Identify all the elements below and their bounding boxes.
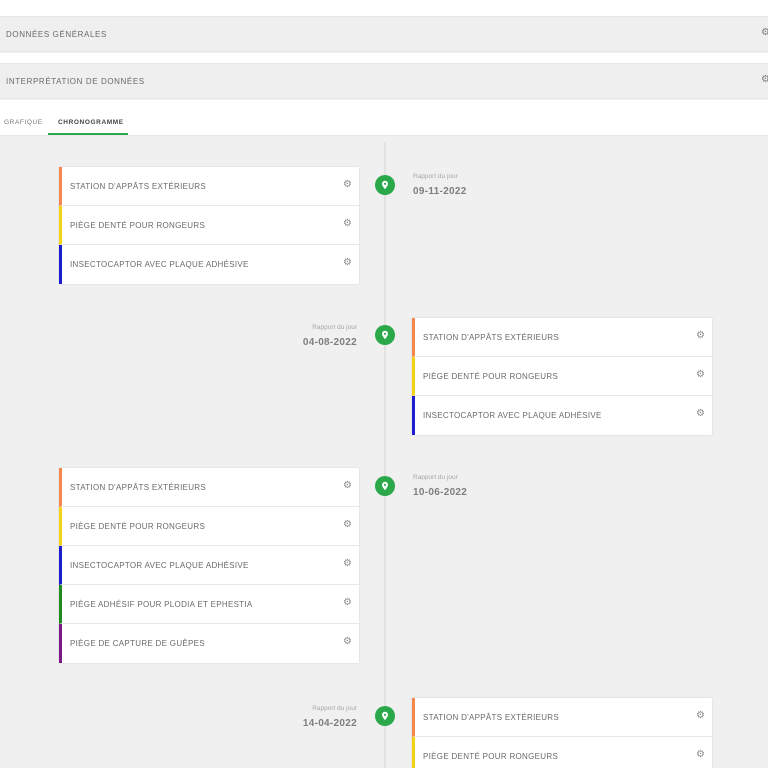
gear-icon[interactable]: ⚙ bbox=[343, 520, 352, 530]
report-date-block: Rapport du jour 14-04-2022 bbox=[237, 705, 357, 729]
report-date-block: Rapport du jour 04-08-2022 bbox=[237, 324, 357, 348]
list-item[interactable]: PIÈGE ADHÉSIF POUR PLODIA ET EPHESTIA ⚙ bbox=[59, 585, 359, 624]
trap-type-label: INSECTOCAPTOR AVEC PLAQUE ADHÉSIVE bbox=[70, 561, 249, 570]
tab-graphique[interactable]: GRAFIQUE bbox=[4, 119, 43, 126]
gear-icon[interactable]: ⚙ bbox=[343, 598, 352, 608]
trap-type-label: PIÈGE DENTÉ POUR RONGEURS bbox=[70, 522, 206, 531]
list-item[interactable]: STATION D'APPÂTS EXTÉRIEURS ⚙ bbox=[59, 468, 359, 507]
trap-type-label: PIÈGE DENTÉ POUR RONGEURS bbox=[423, 752, 559, 761]
gear-icon[interactable]: ⚙ bbox=[696, 370, 705, 380]
location-pin-icon bbox=[375, 325, 395, 345]
active-tab-indicator bbox=[48, 133, 128, 135]
gear-icon[interactable]: ⚙ bbox=[761, 75, 768, 85]
trap-type-label: STATION D'APPÂTS EXTÉRIEURS bbox=[423, 333, 560, 342]
report-caption: Rapport du jour bbox=[413, 474, 458, 481]
report-caption: Rapport du jour bbox=[413, 173, 458, 180]
location-pin-icon bbox=[375, 476, 395, 496]
report-date: 04-08-2022 bbox=[302, 337, 357, 348]
timeline-axis bbox=[384, 142, 386, 768]
report-date-block: Rapport du jour 09-11-2022 bbox=[413, 173, 533, 197]
report-caption: Rapport du jour bbox=[312, 705, 357, 712]
accordion-general-data[interactable]: DONNÉES GÉNÉRALES ⚙ bbox=[0, 16, 768, 52]
accordion-data-interpretation[interactable]: INTERPRÉTATION DE DONNÉES ⚙ bbox=[0, 63, 768, 99]
location-pin-icon bbox=[375, 706, 395, 726]
view-tabs: GRAFIQUE CHRONOGRAMME bbox=[0, 100, 768, 136]
trap-type-label: PIÈGE DENTÉ POUR RONGEURS bbox=[70, 221, 206, 230]
trap-type-label: STATION D'APPÂTS EXTÉRIEURS bbox=[70, 182, 207, 191]
gear-icon[interactable]: ⚙ bbox=[343, 258, 352, 268]
list-item[interactable]: PIÈGE DENTÉ POUR RONGEURS ⚙ bbox=[59, 206, 359, 245]
top-strip bbox=[0, 0, 768, 10]
trap-type-label: PIÈGE ADHÉSIF POUR PLODIA ET EPHESTIA bbox=[70, 600, 253, 609]
report-date: 14-04-2022 bbox=[302, 718, 357, 729]
gear-icon[interactable]: ⚙ bbox=[761, 28, 768, 38]
list-item[interactable]: INSECTOCAPTOR AVEC PLAQUE ADHÉSIVE ⚙ bbox=[59, 546, 359, 585]
report-date: 10-06-2022 bbox=[413, 487, 468, 498]
trap-type-label: INSECTOCAPTOR AVEC PLAQUE ADHÉSIVE bbox=[423, 411, 602, 420]
trap-list-card: STATION D'APPÂTS EXTÉRIEURS ⚙ PIÈGE DENTÉ … bbox=[59, 167, 359, 284]
trap-type-label: STATION D'APPÂTS EXTÉRIEURS bbox=[70, 483, 207, 492]
trap-type-label: PIÈGE DE CAPTURE DE GUÊPES bbox=[70, 639, 205, 648]
gear-icon[interactable]: ⚙ bbox=[696, 409, 705, 419]
list-item[interactable]: INSECTOCAPTOR AVEC PLAQUE ADHÉSIVE ⚙ bbox=[59, 245, 359, 284]
gear-icon[interactable]: ⚙ bbox=[696, 750, 705, 760]
list-item[interactable]: STATION D'APPÂTS EXTÉRIEURS ⚙ bbox=[59, 167, 359, 206]
gear-icon[interactable]: ⚙ bbox=[343, 559, 352, 569]
trap-type-label: PIÈGE DENTÉ POUR RONGEURS bbox=[423, 372, 559, 381]
gear-icon[interactable]: ⚙ bbox=[696, 711, 705, 721]
list-item[interactable]: PIÈGE DE CAPTURE DE GUÊPES ⚙ bbox=[59, 624, 359, 663]
gear-icon[interactable]: ⚙ bbox=[343, 180, 352, 190]
list-item[interactable]: STATION D'APPÂTS EXTÉRIEURS ⚙ bbox=[412, 698, 712, 737]
gear-icon[interactable]: ⚙ bbox=[343, 481, 352, 491]
trap-list-card: STATION D'APPÂTS EXTÉRIEURS ⚙ PIÈGE DENTÉ … bbox=[412, 318, 712, 435]
report-date-block: Rapport du jour 10-06-2022 bbox=[413, 474, 533, 498]
report-caption: Rapport du jour bbox=[312, 324, 357, 331]
gear-icon[interactable]: ⚙ bbox=[343, 219, 352, 229]
accordion-title: DONNÉES GÉNÉRALES bbox=[6, 30, 107, 39]
trap-type-label: STATION D'APPÂTS EXTÉRIEURS bbox=[423, 713, 560, 722]
list-item[interactable]: PIÈGE DENTÉ POUR RONGEURS ⚙ bbox=[412, 357, 712, 396]
gear-icon[interactable]: ⚙ bbox=[696, 331, 705, 341]
list-item[interactable]: STATION D'APPÂTS EXTÉRIEURS ⚙ bbox=[412, 318, 712, 357]
report-date: 09-11-2022 bbox=[413, 186, 467, 197]
trap-list-card: STATION D'APPÂTS EXTÉRIEURS ⚙ PIÈGE DENTÉ … bbox=[59, 468, 359, 663]
accordion-title: INTERPRÉTATION DE DONNÉES bbox=[6, 77, 145, 86]
location-pin-icon bbox=[375, 175, 395, 195]
tab-chronogramme[interactable]: CHRONOGRAMME bbox=[58, 119, 124, 126]
trap-type-label: INSECTOCAPTOR AVEC PLAQUE ADHÉSIVE bbox=[70, 260, 249, 269]
trap-list-card: STATION D'APPÂTS EXTÉRIEURS ⚙ PIÈGE DENTÉ … bbox=[412, 698, 712, 768]
list-item[interactable]: PIÈGE DENTÉ POUR RONGEURS ⚙ bbox=[59, 507, 359, 546]
list-item[interactable]: INSECTOCAPTOR AVEC PLAQUE ADHÉSIVE ⚙ bbox=[412, 396, 712, 435]
list-item[interactable]: PIÈGE DENTÉ POUR RONGEURS ⚙ bbox=[412, 737, 712, 768]
gear-icon[interactable]: ⚙ bbox=[343, 637, 352, 647]
